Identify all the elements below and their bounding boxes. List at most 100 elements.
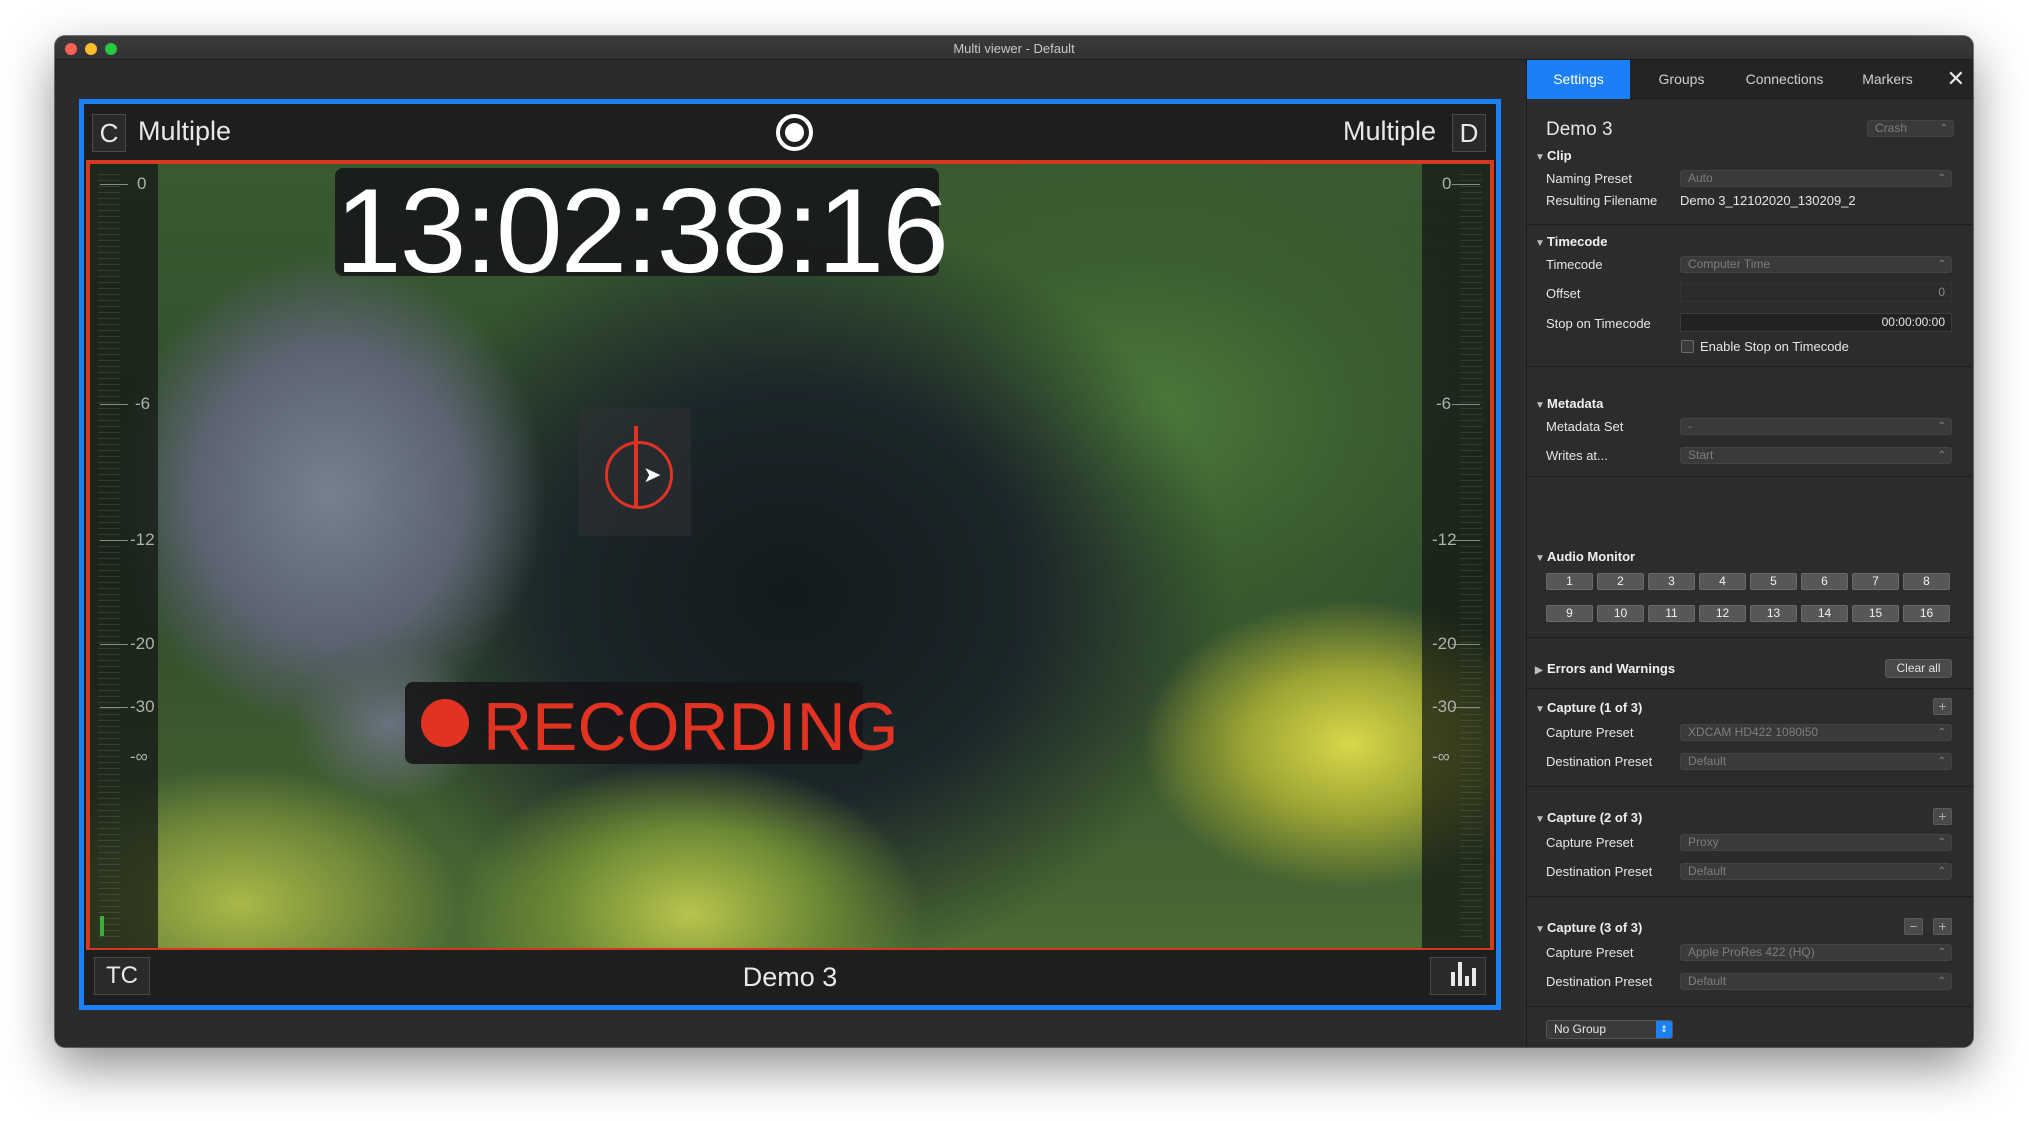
section-title: Timecode	[1547, 234, 1608, 249]
meter-tick: -6	[135, 394, 151, 413]
chevron-updown-icon: ⌃	[1939, 123, 1948, 134]
tick-line	[100, 540, 128, 541]
capture-preset-select[interactable]: Apple ProRes 422 (HQ) ⌃	[1680, 944, 1952, 961]
chevron-updown-icon: ⌃	[1937, 259, 1946, 270]
divider	[1527, 366, 1973, 367]
capture-3-section-header[interactable]: ▼ Capture (3 of 3)	[1535, 920, 1642, 935]
group-select[interactable]: No Group ⇕	[1546, 1020, 1673, 1039]
add-capture-icon[interactable]: +	[1933, 918, 1952, 935]
audio-channel-button[interactable]: 10	[1597, 605, 1644, 622]
meter-level	[100, 916, 104, 936]
stop-timecode-field[interactable]: 00:00:00:00	[1680, 313, 1952, 332]
writes-at-select[interactable]: Start ⌃	[1680, 447, 1952, 464]
destination-preset-select[interactable]: Default ⌃	[1680, 753, 1952, 770]
audio-channel-button[interactable]: 9	[1546, 605, 1593, 622]
enable-stop-checkbox[interactable]	[1681, 340, 1694, 353]
timecode-display: 13:02:38:16	[335, 164, 949, 298]
tab-connections[interactable]: Connections	[1733, 60, 1836, 99]
panel-tabs: Settings Groups Connections Markers ✕	[1527, 60, 1973, 99]
audio-channel-button[interactable]: 11	[1648, 605, 1695, 622]
naming-preset-select[interactable]: Auto ⌃	[1680, 170, 1952, 187]
divider	[1527, 476, 1973, 477]
video-preview[interactable]: 0 -6 -12 -20 -30 -∞ 0 -6 -12 -20 -30 -∞ …	[86, 160, 1494, 952]
audio-channel-button[interactable]: 3	[1648, 573, 1695, 590]
audio-channel-button[interactable]: 6	[1801, 573, 1848, 590]
divider	[1527, 896, 1973, 897]
record-toggle-button[interactable]	[776, 114, 813, 151]
tab-groups[interactable]: Groups	[1630, 60, 1733, 99]
select-value: Default	[1688, 754, 1727, 768]
chevron-updown-icon: ⌃	[1937, 976, 1946, 987]
audio-channel-button[interactable]: 13	[1750, 605, 1797, 622]
tick-line	[100, 184, 128, 185]
destination-preset-select[interactable]: Default ⌃	[1680, 863, 1952, 880]
channel-d-box[interactable]: D	[1452, 114, 1486, 152]
capture-preset-select[interactable]: XDCAM HD422 1080i50 ⌃	[1680, 724, 1952, 741]
metadata-section-header[interactable]: ▼ Metadata	[1535, 396, 1603, 411]
audio-monitor-section-header[interactable]: ▼ Audio Monitor	[1535, 549, 1635, 564]
tab-settings[interactable]: Settings	[1527, 60, 1630, 99]
viewer-tile[interactable]: C Multiple Multiple D 0 -6 -12 -20 -30 -…	[79, 99, 1501, 1010]
channel-c-box[interactable]: C	[92, 114, 126, 152]
meter-bar	[1460, 174, 1482, 938]
offset-field[interactable]: 0	[1680, 283, 1952, 302]
crosshair-icon	[605, 441, 673, 509]
metadata-set-select[interactable]: - ⌃	[1680, 418, 1952, 435]
destination-preset-select[interactable]: Default ⌃	[1680, 973, 1952, 990]
audio-channel-button[interactable]: 1	[1546, 573, 1593, 590]
remove-capture-icon[interactable]: −	[1904, 918, 1923, 935]
meter-tick: -20	[1432, 634, 1457, 653]
audio-channel-button[interactable]: 5	[1750, 573, 1797, 590]
close-panel-icon[interactable]: ✕	[1947, 66, 1965, 92]
select-value: Proxy	[1688, 835, 1719, 849]
offset-label: Offset	[1546, 286, 1581, 301]
audio-channel-button[interactable]: 15	[1852, 605, 1899, 622]
timecode-select[interactable]: Computer Time ⌃	[1680, 256, 1952, 273]
capture-1-section-header[interactable]: ▼ Capture (1 of 3)	[1535, 700, 1642, 715]
capture-2-section-header[interactable]: ▼ Capture (2 of 3)	[1535, 810, 1642, 825]
select-value: Computer Time	[1688, 257, 1771, 271]
window-title: Multi viewer - Default	[953, 41, 1075, 56]
tick-line	[1452, 184, 1480, 185]
chevron-updown-icon: ⇕	[1656, 1021, 1672, 1038]
clear-all-button[interactable]: Clear all	[1885, 659, 1952, 678]
add-capture-icon[interactable]: +	[1933, 698, 1952, 715]
audio-meter-right: 0 -6 -12 -20 -30 -∞	[1422, 164, 1490, 948]
divider	[1527, 637, 1973, 638]
disclosure-open-icon: ▼	[1535, 553, 1545, 564]
source-name: Demo 3	[742, 962, 838, 992]
capture-preset-select[interactable]: Proxy ⌃	[1680, 834, 1952, 851]
resulting-filename-value: Demo 3_12102020_130209_2	[1680, 193, 1856, 208]
audio-channel-button[interactable]: 16	[1903, 605, 1950, 622]
audio-channel-button[interactable]: 2	[1597, 573, 1644, 590]
select-value: Apple ProRes 422 (HQ)	[1688, 945, 1815, 959]
app-window: Multi viewer - Default C Multiple Multip…	[55, 36, 1973, 1047]
tab-markers[interactable]: Markers	[1836, 60, 1939, 99]
add-capture-icon[interactable]: +	[1933, 808, 1952, 825]
disclosure-closed-icon: ▶	[1535, 665, 1543, 676]
audio-channel-button[interactable]: 4	[1699, 573, 1746, 590]
settings-panel: Settings Groups Connections Markers ✕ De…	[1526, 60, 1973, 1047]
audio-channel-button[interactable]: 14	[1801, 605, 1848, 622]
disclosure-open-icon: ▼	[1535, 152, 1545, 163]
chevron-updown-icon: ⌃	[1937, 421, 1946, 432]
divider	[1527, 224, 1973, 225]
meter-tick: -12	[1432, 530, 1457, 549]
disclosure-open-icon: ▼	[1535, 400, 1545, 411]
meter-tick: 0	[1442, 174, 1452, 193]
meter-tick: -12	[130, 530, 155, 549]
audio-channel-button[interactable]: 7	[1852, 573, 1899, 590]
timecode-overlay: 13:02:38:16	[335, 164, 949, 298]
audio-channel-button[interactable]: 12	[1699, 605, 1746, 622]
audio-channel-button[interactable]: 8	[1903, 573, 1950, 590]
audio-meter-toggle-button[interactable]	[1430, 957, 1486, 995]
crash-select[interactable]: Crash ⌃	[1867, 120, 1954, 137]
divider	[1527, 1006, 1973, 1007]
bar-chart-icon	[1451, 972, 1455, 986]
timecode-section-header[interactable]: ▼ Timecode	[1535, 234, 1607, 249]
section-title: Audio Monitor	[1547, 549, 1636, 564]
errors-section-header[interactable]: ▶ Errors and Warnings	[1535, 661, 1675, 676]
select-value: Auto	[1688, 171, 1713, 185]
clip-section-header[interactable]: ▼ Clip	[1535, 148, 1572, 163]
chevron-updown-icon: ⌃	[1937, 947, 1946, 958]
